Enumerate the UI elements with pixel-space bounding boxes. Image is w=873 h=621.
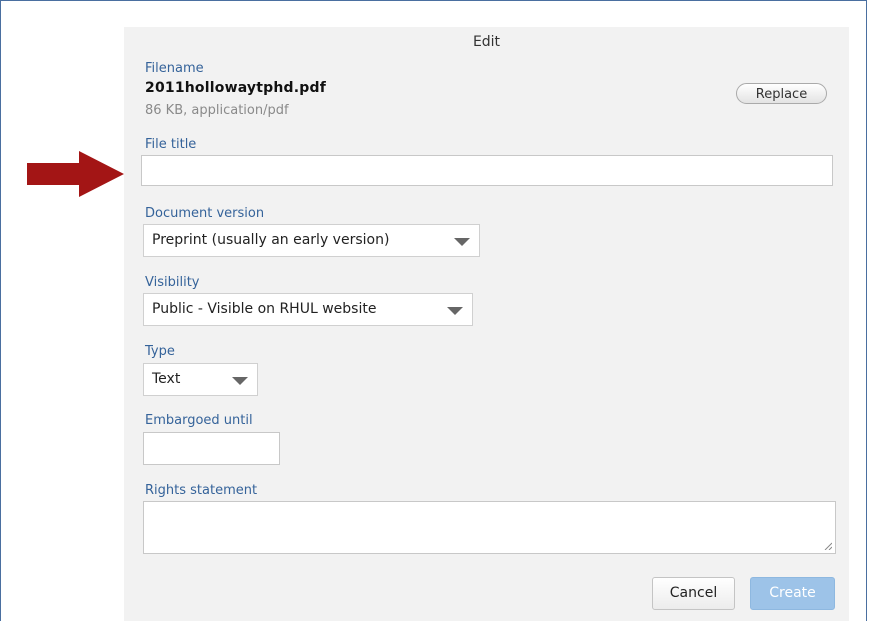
chevron-down-icon — [447, 307, 463, 315]
visibility-label: Visibility — [145, 275, 200, 290]
file-title-label: File title — [145, 137, 197, 152]
document-version-label: Document version — [145, 206, 265, 221]
rights-statement-textarea[interactable] — [143, 501, 836, 554]
edit-dialog: Edit Filename 2011hollowaytphd.pdf 86 KB… — [124, 27, 849, 621]
embargoed-until-input[interactable] — [143, 432, 280, 465]
dialog-title: Edit — [472, 34, 501, 50]
type-label: Type — [145, 344, 175, 359]
chevron-down-icon — [454, 238, 470, 246]
filename-value: 2011hollowaytphd.pdf — [145, 80, 326, 96]
type-select[interactable]: Text — [143, 363, 258, 396]
document-version-value: Preprint (usually an early version) — [152, 232, 390, 248]
embargoed-until-label: Embargoed until — [145, 413, 253, 428]
create-button[interactable]: Create — [750, 577, 835, 610]
filename-label: Filename — [145, 61, 204, 76]
visibility-value: Public - Visible on RHUL website — [152, 301, 377, 317]
right-arrow-icon — [27, 151, 124, 197]
cancel-button[interactable]: Cancel — [652, 577, 735, 610]
rights-statement-label: Rights statement — [145, 483, 258, 498]
file-meta: 86 KB, application/pdf — [145, 103, 289, 118]
chevron-down-icon — [232, 377, 248, 385]
resize-grip-icon[interactable] — [824, 542, 832, 550]
file-title-input[interactable] — [141, 155, 833, 186]
type-value: Text — [152, 371, 181, 387]
document-version-select[interactable]: Preprint (usually an early version) — [143, 224, 480, 257]
replace-button[interactable]: Replace — [736, 83, 827, 104]
visibility-select[interactable]: Public - Visible on RHUL website — [143, 293, 473, 326]
